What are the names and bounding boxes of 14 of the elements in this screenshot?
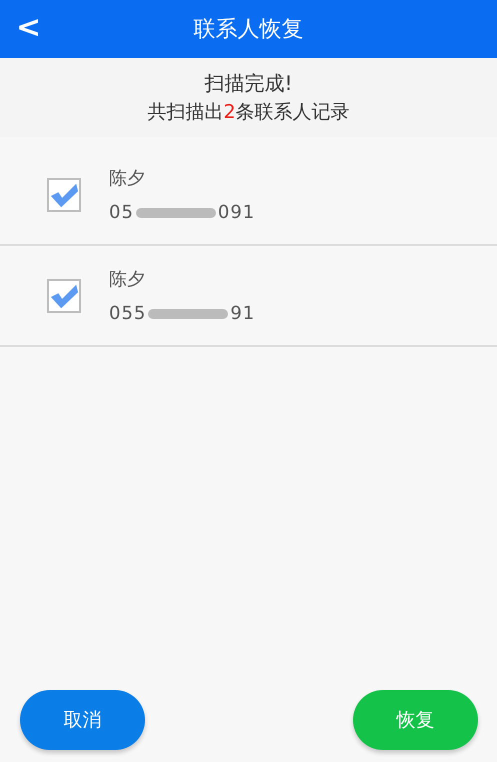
restore-button[interactable]: 恢复 xyxy=(353,690,478,750)
page-title: 联系人恢复 xyxy=(194,16,304,44)
checkbox[interactable] xyxy=(47,178,81,212)
phone-number-start: 05 xyxy=(109,202,134,223)
contact-name: 陈夕 xyxy=(109,167,146,190)
back-button[interactable]: < xyxy=(10,12,48,44)
checkbox[interactable] xyxy=(47,278,81,312)
scan-result-text: 共扫描出2条联系人记录 xyxy=(147,100,350,125)
contact-name: 陈夕 xyxy=(109,268,146,291)
cancel-button[interactable]: 取消 xyxy=(20,690,145,750)
phone-number-end: 91 xyxy=(230,303,256,324)
phone-number-end: 091 xyxy=(218,202,256,223)
phone-number-start: 055 xyxy=(109,303,146,324)
scan-complete-title: 扫描完成! xyxy=(204,70,293,97)
